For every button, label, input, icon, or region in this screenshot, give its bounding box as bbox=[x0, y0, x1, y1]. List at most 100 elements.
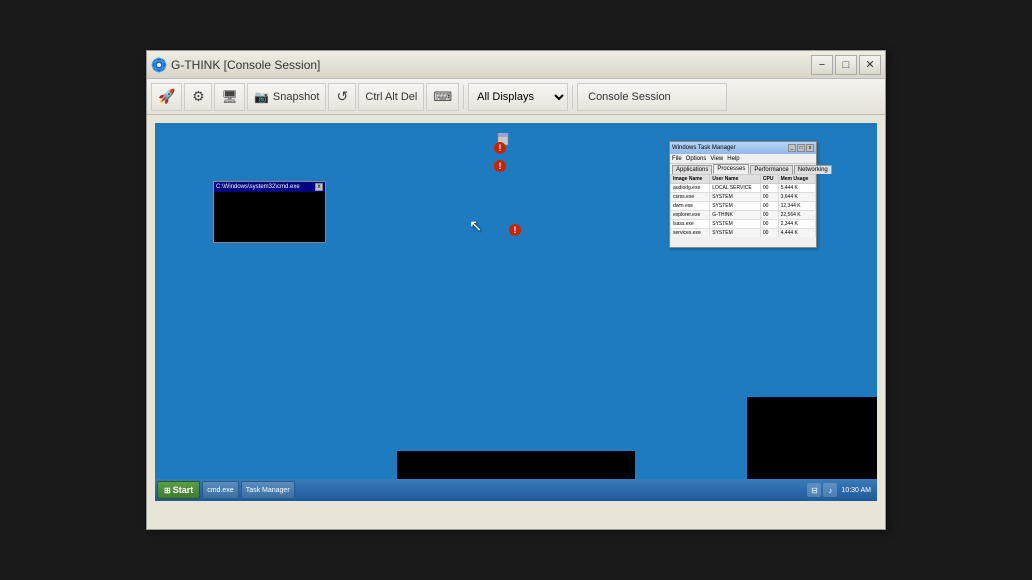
tray-time: 10:30 AM bbox=[839, 487, 873, 494]
gear-icon: ⚙ bbox=[192, 88, 205, 105]
taskmgr-minimize[interactable]: _ bbox=[788, 144, 796, 152]
app-icon bbox=[151, 57, 167, 73]
cell-name: csrss.exe bbox=[671, 193, 710, 202]
cell-user: SYSTEM bbox=[710, 202, 761, 211]
taskbar-buttons: cmd.exe Task Manager bbox=[200, 481, 805, 499]
start-button[interactable]: ⊞ Start bbox=[157, 481, 200, 499]
snapshot-button[interactable]: 📷 Snapshot bbox=[247, 83, 326, 111]
mouse-cursor: ↖ bbox=[469, 216, 482, 236]
table-row: audiodg.exe LOCAL SERVICE 00 5,444 K bbox=[671, 184, 816, 193]
col-mem[interactable]: Mem Usage bbox=[778, 175, 815, 184]
minimize-button[interactable]: − bbox=[811, 55, 833, 75]
cell-cpu: 00 bbox=[760, 211, 778, 220]
cmd-title: C:\Windows\system32\cmd.exe bbox=[216, 184, 300, 190]
table-row: explorer.exe G-THINK 00 22,564 K bbox=[671, 211, 816, 220]
menu-view[interactable]: View bbox=[710, 156, 723, 162]
keyboard-icon: ⌨ bbox=[433, 89, 452, 105]
bottom-padding bbox=[147, 509, 885, 529]
content-area: ! ! ! C:\Windows\system32\cmd.exe bbox=[147, 115, 885, 509]
svg-text:!: ! bbox=[514, 225, 517, 235]
cell-name: dwm.exe bbox=[671, 202, 710, 211]
session-label: Console Session bbox=[577, 83, 727, 111]
red-icon-1: ! bbox=[493, 141, 507, 160]
taskbar-btn-taskmgr[interactable]: Task Manager bbox=[241, 481, 295, 499]
keyboard-button[interactable]: ⌨ bbox=[426, 83, 459, 111]
cell-user: SYSTEM bbox=[710, 220, 761, 229]
tab-processes[interactable]: Processes bbox=[713, 164, 749, 174]
black-overlay-bottom bbox=[397, 451, 635, 479]
tab-performance[interactable]: Performance bbox=[750, 165, 792, 174]
title-bar: G-THINK [Console Session] − □ ✕ bbox=[147, 51, 885, 79]
menu-file[interactable]: File bbox=[672, 156, 682, 162]
windows-icon: ⊞ bbox=[164, 486, 171, 495]
red-icon-2: ! bbox=[493, 159, 507, 178]
task-manager-window[interactable]: Windows Task Manager _ □ x File Options … bbox=[669, 141, 817, 248]
red-icon-3: ! bbox=[508, 223, 522, 242]
taskbar-tray: ⊟ ♪ 10:30 AM bbox=[805, 483, 875, 497]
cmd-close-button[interactable]: x bbox=[315, 183, 323, 191]
main-window: G-THINK [Console Session] − □ ✕ 🚀 ⚙ 🖥 📷 … bbox=[146, 50, 886, 530]
taskbar: ⊞ Start cmd.exe Task Manager ⊟ ♪ 10:30 A… bbox=[155, 479, 877, 501]
close-button[interactable]: ✕ bbox=[859, 55, 881, 75]
col-cpu[interactable]: CPU bbox=[760, 175, 778, 184]
cell-name: explorer.exe bbox=[671, 211, 710, 220]
cmd-body bbox=[214, 192, 325, 242]
ctrl-alt-del-label: Ctrl Alt Del bbox=[365, 91, 417, 103]
refresh-icon: ↺ bbox=[337, 88, 349, 105]
cell-name: services.exe bbox=[671, 229, 710, 238]
tray-network-icon: ⊟ bbox=[807, 483, 821, 497]
table-row: csrss.exe SYSTEM 00 3,644 K bbox=[671, 193, 816, 202]
cell-user: G-THINK bbox=[710, 211, 761, 220]
taskmgr-maximize[interactable]: □ bbox=[797, 144, 805, 152]
cell-user: SYSTEM bbox=[710, 193, 761, 202]
monitor-icon: 🖥 bbox=[221, 89, 238, 105]
taskmgr-titlebar: Windows Task Manager _ □ x bbox=[670, 142, 816, 154]
start-label: Start bbox=[173, 485, 194, 495]
title-bar-left: G-THINK [Console Session] bbox=[151, 57, 320, 73]
cmd-titlebar: C:\Windows\system32\cmd.exe x bbox=[214, 182, 325, 192]
ctrl-alt-del-button[interactable]: Ctrl Alt Del bbox=[358, 83, 424, 111]
cmd-window[interactable]: C:\Windows\system32\cmd.exe x bbox=[213, 181, 326, 243]
cell-user: LOCAL SERVICE bbox=[710, 184, 761, 193]
cell-name: lsass.exe bbox=[671, 220, 710, 229]
refresh-button[interactable]: ↺ bbox=[328, 83, 356, 111]
window-title: G-THINK [Console Session] bbox=[171, 58, 320, 72]
taskmgr-body: Image Name User Name CPU Mem Usage audio… bbox=[670, 174, 816, 237]
maximize-button[interactable]: □ bbox=[835, 55, 857, 75]
col-user[interactable]: User Name bbox=[710, 175, 761, 184]
cell-cpu: 00 bbox=[760, 229, 778, 238]
table-row: lsass.exe SYSTEM 00 2,344 K bbox=[671, 220, 816, 229]
cell-cpu: 00 bbox=[760, 220, 778, 229]
gear-button[interactable]: ⚙ bbox=[184, 83, 212, 111]
remote-desktop[interactable]: ! ! ! C:\Windows\system32\cmd.exe bbox=[155, 123, 877, 501]
cell-mem: 2,344 K bbox=[778, 220, 815, 229]
monitor-button[interactable]: 🖥 bbox=[214, 83, 245, 111]
menu-help[interactable]: Help bbox=[727, 156, 739, 162]
separator2 bbox=[572, 85, 573, 109]
snapshot-label: Snapshot bbox=[273, 91, 319, 103]
tab-networking[interactable]: Networking bbox=[794, 165, 832, 174]
rocket-icon: 🚀 bbox=[158, 88, 175, 105]
svg-text:!: ! bbox=[499, 161, 502, 171]
table-row: services.exe SYSTEM 00 4,444 K bbox=[671, 229, 816, 238]
taskmgr-menu: File Options View Help bbox=[670, 154, 816, 164]
cell-mem: 12,344 K bbox=[778, 202, 815, 211]
taskmgr-tabs: Applications Processes Performance Netwo… bbox=[670, 164, 816, 174]
processes-table: Image Name User Name CPU Mem Usage audio… bbox=[670, 174, 816, 237]
menu-options[interactable]: Options bbox=[686, 156, 707, 162]
cell-mem: 5,444 K bbox=[778, 184, 815, 193]
display-select[interactable]: All Displays Display 1 Display 2 bbox=[468, 83, 568, 111]
cell-cpu: 00 bbox=[760, 193, 778, 202]
cell-mem: 3,644 K bbox=[778, 193, 815, 202]
col-image[interactable]: Image Name bbox=[671, 175, 710, 184]
taskmgr-controls: _ □ x bbox=[788, 144, 814, 152]
svg-text:!: ! bbox=[499, 143, 502, 153]
taskmgr-close[interactable]: x bbox=[806, 144, 814, 152]
toolbar: 🚀 ⚙ 🖥 📷 Snapshot ↺ Ctrl Alt Del ⌨ All Di… bbox=[147, 79, 885, 115]
camera-icon: 📷 bbox=[254, 90, 269, 104]
rocket-button[interactable]: 🚀 bbox=[151, 83, 182, 111]
taskbar-btn-cmd[interactable]: cmd.exe bbox=[202, 481, 238, 499]
tab-applications[interactable]: Applications bbox=[672, 165, 712, 174]
cell-mem: 22,564 K bbox=[778, 211, 815, 220]
separator bbox=[463, 85, 464, 109]
